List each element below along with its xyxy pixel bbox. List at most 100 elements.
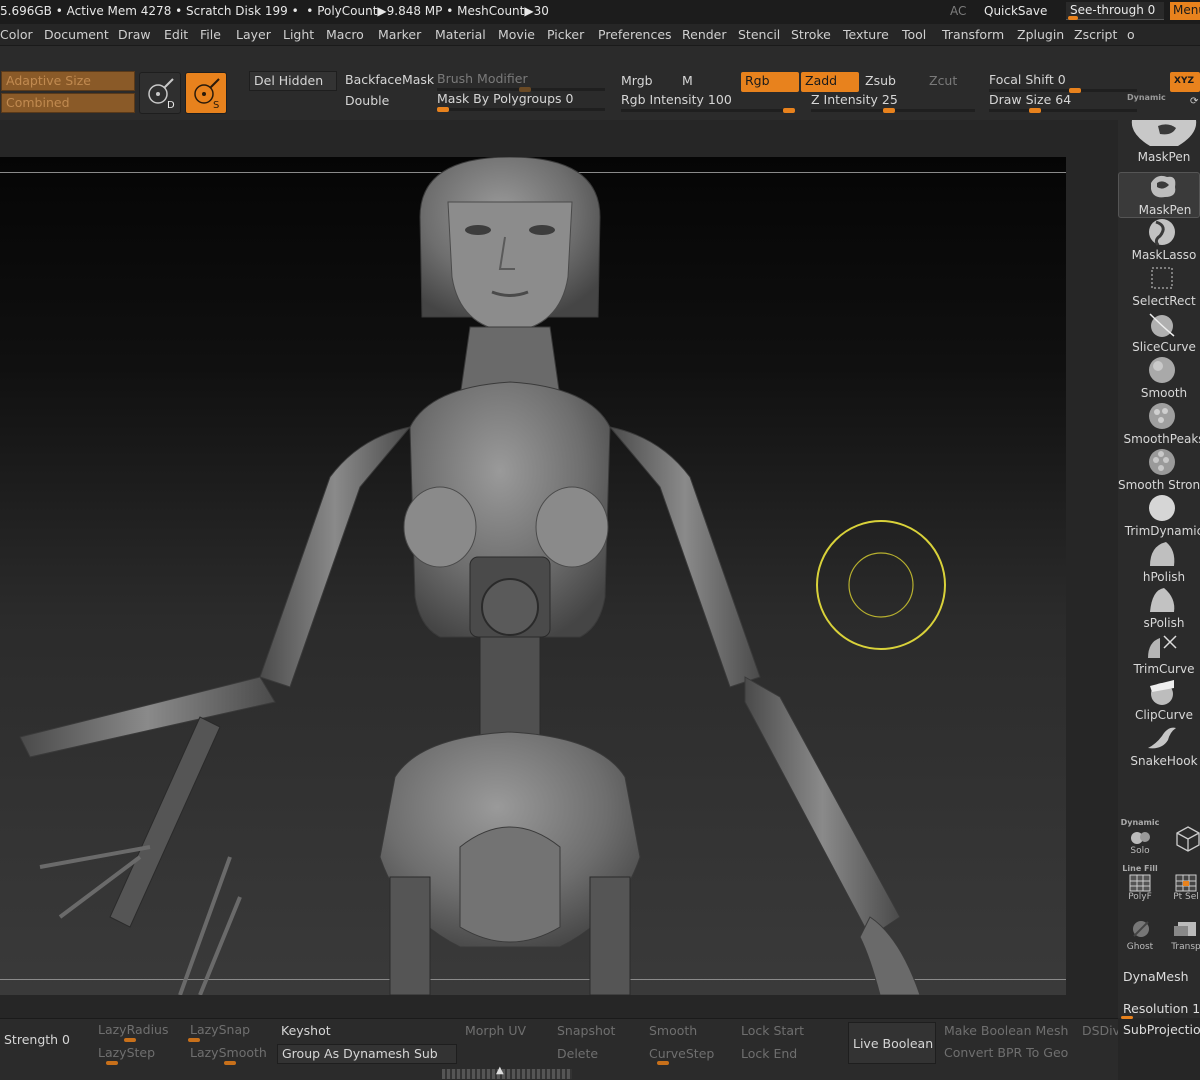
menu-zplugin[interactable]: Zplugin bbox=[1017, 27, 1064, 42]
quicksave-button[interactable]: QuickSave bbox=[984, 4, 1047, 18]
menu-extra[interactable]: o bbox=[1127, 27, 1135, 42]
dsdiv-button[interactable]: DSDiv bbox=[1078, 1022, 1118, 1042]
draw-size-slider[interactable]: Draw Size 64 bbox=[985, 91, 1140, 113]
ac-button[interactable]: AC bbox=[950, 4, 966, 18]
brush-trimcurve[interactable]: TrimCurve bbox=[1118, 632, 1200, 678]
z-intensity-knob[interactable] bbox=[883, 108, 895, 113]
menu-marker[interactable]: Marker bbox=[378, 27, 421, 42]
zsub-button[interactable]: Zsub bbox=[861, 72, 919, 92]
backface-mask-button[interactable]: BackfaceMask bbox=[341, 71, 434, 91]
menu-edit[interactable]: Edit bbox=[164, 27, 188, 42]
live-boolean-button[interactable]: Live Boolean bbox=[848, 1022, 936, 1064]
lock-end-button[interactable]: Lock End bbox=[737, 1045, 825, 1065]
zcut-button[interactable]: Zcut bbox=[925, 72, 975, 92]
dynamesh-button[interactable]: DynaMesh bbox=[1123, 969, 1189, 984]
rgb-button[interactable]: Rgb bbox=[741, 72, 799, 92]
menu-layer[interactable]: Layer bbox=[236, 27, 271, 42]
rotate-icon[interactable]: ⟳ bbox=[1190, 96, 1198, 107]
smooth-button[interactable]: Smooth bbox=[645, 1022, 733, 1042]
brush-maskpen-2[interactable]: MaskPen bbox=[1118, 172, 1200, 218]
curve-step-knob[interactable] bbox=[657, 1061, 669, 1065]
see-through-knob[interactable] bbox=[1068, 16, 1078, 20]
lazy-radius-slider[interactable]: LazyRadius bbox=[94, 1021, 184, 1041]
mrgb-button[interactable]: Mrgb bbox=[617, 72, 675, 92]
menu-render[interactable]: Render bbox=[682, 27, 727, 42]
m-button[interactable]: M bbox=[678, 72, 738, 92]
resolution-knob[interactable] bbox=[1121, 1016, 1133, 1019]
brush-maskpen-1[interactable]: MaskPen bbox=[1118, 120, 1200, 166]
strength-slider[interactable]: Strength 0 bbox=[0, 1031, 90, 1051]
menu-document[interactable]: Document bbox=[44, 27, 109, 42]
subprojection-button[interactable]: SubProjection bbox=[1123, 1022, 1200, 1037]
brush-modifier-slider[interactable]: Brush Modifier bbox=[433, 70, 611, 92]
keyshot-button[interactable]: Keyshot bbox=[277, 1022, 457, 1042]
brush-smooth[interactable]: Smooth bbox=[1118, 356, 1200, 402]
dynamic-size-toggle[interactable]: Dynamic bbox=[1127, 93, 1166, 102]
lazy-smooth-knob[interactable] bbox=[224, 1061, 236, 1065]
combined-button[interactable]: Combined bbox=[1, 93, 135, 113]
menu-material[interactable]: Material bbox=[435, 27, 486, 42]
see-through-slider[interactable]: See-through 0 bbox=[1066, 2, 1164, 20]
menu-transform[interactable]: Transform bbox=[942, 27, 1004, 42]
pt-sel-button[interactable]: Pt Sel bbox=[1164, 864, 1200, 904]
resolution-slider[interactable]: Resolution 128 bbox=[1118, 1000, 1200, 1019]
morph-uv-button[interactable]: Morph UV bbox=[461, 1022, 549, 1042]
menu-macro[interactable]: Macro bbox=[326, 27, 364, 42]
brush-masklasso[interactable]: MaskLasso bbox=[1118, 218, 1200, 264]
zadd-button[interactable]: Zadd bbox=[801, 72, 859, 92]
canvas-viewport[interactable] bbox=[0, 157, 1066, 995]
menu-tool[interactable]: Tool bbox=[902, 27, 926, 42]
transp-button[interactable]: Transp bbox=[1164, 914, 1200, 954]
menu-file[interactable]: File bbox=[200, 27, 221, 42]
ghost-button[interactable]: Ghost bbox=[1118, 914, 1162, 954]
group-as-dynamesh-sub-button[interactable]: Group As Dynamesh Sub bbox=[277, 1044, 457, 1064]
menu-color[interactable]: Color bbox=[0, 27, 33, 42]
palette-scroll-handle[interactable]: ▲ bbox=[442, 1065, 572, 1079]
brush-selectrect[interactable]: SelectRect bbox=[1118, 264, 1200, 310]
lazy-step-knob[interactable] bbox=[106, 1061, 118, 1065]
brush-spolish[interactable]: sPolish bbox=[1118, 586, 1200, 632]
del-hidden-button[interactable]: Del Hidden bbox=[249, 71, 337, 91]
draw-size-knob[interactable] bbox=[1029, 108, 1041, 113]
menu-movie[interactable]: Movie bbox=[498, 27, 535, 42]
menu-draw[interactable]: Draw bbox=[118, 27, 151, 42]
delete-button[interactable]: Delete bbox=[553, 1045, 641, 1065]
chevron-up-icon[interactable]: ▲ bbox=[496, 1065, 504, 1076]
make-boolean-mesh-button[interactable]: Make Boolean Mesh bbox=[940, 1022, 1078, 1042]
brush-hpolish[interactable]: hPolish bbox=[1118, 540, 1200, 586]
lock-start-button[interactable]: Lock Start bbox=[737, 1022, 825, 1042]
mask-by-polygroups-slider[interactable]: Mask By Polygroups 0 bbox=[433, 90, 611, 112]
menu-light[interactable]: Light bbox=[283, 27, 314, 42]
brush-clipcurve[interactable]: ClipCurve bbox=[1118, 678, 1200, 724]
menus-button[interactable]: Menus bbox=[1170, 2, 1200, 20]
lazy-radius-knob[interactable] bbox=[124, 1038, 136, 1042]
rgb-intensity-knob[interactable] bbox=[783, 108, 795, 113]
double-button[interactable]: Double bbox=[341, 92, 431, 112]
convert-bpr-to-geo-button[interactable]: Convert BPR To Geo bbox=[940, 1044, 1078, 1064]
brush-snakehook[interactable]: SnakeHook bbox=[1118, 724, 1200, 770]
dots-s-icon[interactable]: S bbox=[185, 72, 227, 114]
menu-zscript[interactable]: Zscript bbox=[1074, 27, 1117, 42]
cube-view-button[interactable] bbox=[1164, 818, 1200, 858]
snapshot-button[interactable]: Snapshot bbox=[553, 1022, 641, 1042]
lazy-snap-knob[interactable] bbox=[188, 1038, 200, 1042]
solo-button[interactable]: Dynamic Solo bbox=[1118, 818, 1162, 858]
menu-preferences[interactable]: Preferences bbox=[598, 27, 672, 42]
menu-stencil[interactable]: Stencil bbox=[738, 27, 780, 42]
brush-smoothpeaks[interactable]: SmoothPeaks bbox=[1118, 402, 1200, 448]
adaptive-size-button[interactable]: Adaptive Size bbox=[1, 71, 135, 91]
polyf-button[interactable]: Line Fill PolyF bbox=[1118, 864, 1162, 904]
brush-trimdynamic[interactable]: TrimDynamic bbox=[1118, 494, 1200, 540]
menu-texture[interactable]: Texture bbox=[843, 27, 889, 42]
xyz-button[interactable]: XYZ bbox=[1170, 72, 1200, 92]
z-intensity-slider[interactable]: Z Intensity 25 bbox=[807, 91, 979, 113]
dots-d-icon[interactable]: D bbox=[139, 72, 181, 114]
focal-shift-slider[interactable]: Focal Shift 0 bbox=[985, 71, 1140, 93]
brush-smooth-stronger[interactable]: Smooth Stronger bbox=[1118, 448, 1200, 494]
brush-slicecurve[interactable]: SliceCurve bbox=[1118, 310, 1200, 356]
mask-by-polygroups-knob[interactable] bbox=[437, 107, 449, 112]
menu-picker[interactable]: Picker bbox=[547, 27, 584, 42]
rgb-intensity-slider[interactable]: Rgb Intensity 100 bbox=[617, 91, 799, 113]
robot-model[interactable] bbox=[0, 157, 1066, 995]
menu-stroke[interactable]: Stroke bbox=[791, 27, 831, 42]
